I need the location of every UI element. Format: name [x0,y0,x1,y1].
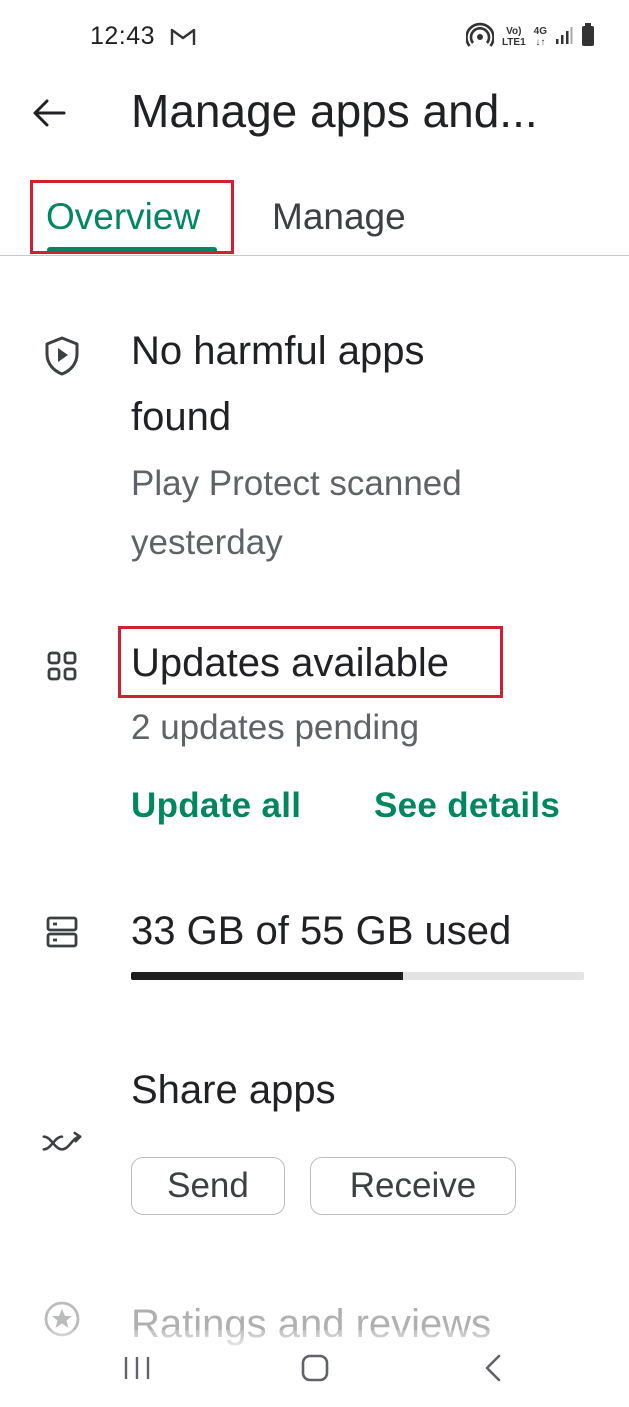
back-button[interactable] [26,90,72,136]
updates-title: Updates available [131,641,449,685]
volte-label: Vo) [506,26,522,37]
data-activity-icon: ↓↑ [535,37,546,48]
storage-progress-bar [131,972,584,980]
send-button[interactable]: Send [131,1157,285,1215]
nav-back-button[interactable] [468,1348,518,1388]
protect-subtitle-line2: yesterday [131,523,283,562]
home-icon [301,1354,329,1382]
tab-manage[interactable]: Manage [272,180,406,254]
lte-label: LTE1 [501,37,526,48]
gmail-icon [170,27,196,47]
tab-overview[interactable]: Overview [30,180,234,254]
back-arrow-icon [33,99,66,127]
recent-apps-icon [124,1357,150,1379]
network-type-label: 4G [533,26,547,37]
updates-subtitle: 2 updates pending [131,708,420,747]
protect-subtitle-line1: Play Protect scanned [131,464,462,503]
storage-icon [42,912,82,952]
active-tab-indicator [47,247,217,252]
receive-button[interactable]: Receive [310,1157,516,1215]
system-navigation-bar [0,1330,629,1407]
tab-manage-label: Manage [272,196,406,237]
home-button[interactable] [290,1348,340,1388]
tab-bar: Overview Manage [0,180,629,256]
battery-icon [581,22,595,52]
status-icons: Vo) LTE1 4G ↓↑ [465,22,595,53]
play-protect-section[interactable]: No harmful apps found Play Protect scann… [0,318,629,578]
network-indicator: 4G ↓↑ [534,26,547,48]
recent-apps-button[interactable] [112,1348,162,1388]
update-all-button[interactable]: Update all [131,786,301,826]
status-time: 12:43 [90,22,156,50]
tab-overview-label: Overview [46,196,201,237]
see-details-button[interactable]: See details [374,786,560,826]
storage-progress-fill [131,972,403,980]
signal-icon [555,25,573,50]
nav-back-icon [485,1354,501,1382]
updates-section[interactable]: Updates available 2 updates pending Upda… [0,626,629,840]
app-bar: Manage apps and... [0,76,629,162]
storage-label: 33 GB of 55 GB used [131,909,512,953]
status-bar: 12:43 Vo) LTE1 4G ↓↑ [0,0,629,76]
volte-indicator: Vo) LTE1 [502,26,526,48]
shield-play-icon [42,336,82,376]
hotspot-icon [465,22,495,53]
page-title: Manage apps and... [131,85,538,137]
share-swap-icon [42,1123,82,1163]
apps-grid-icon [42,646,82,686]
share-apps-title: Share apps [131,1068,336,1112]
protect-title-line1: No harmful apps [131,329,425,373]
protect-title-line2: found [131,395,232,439]
